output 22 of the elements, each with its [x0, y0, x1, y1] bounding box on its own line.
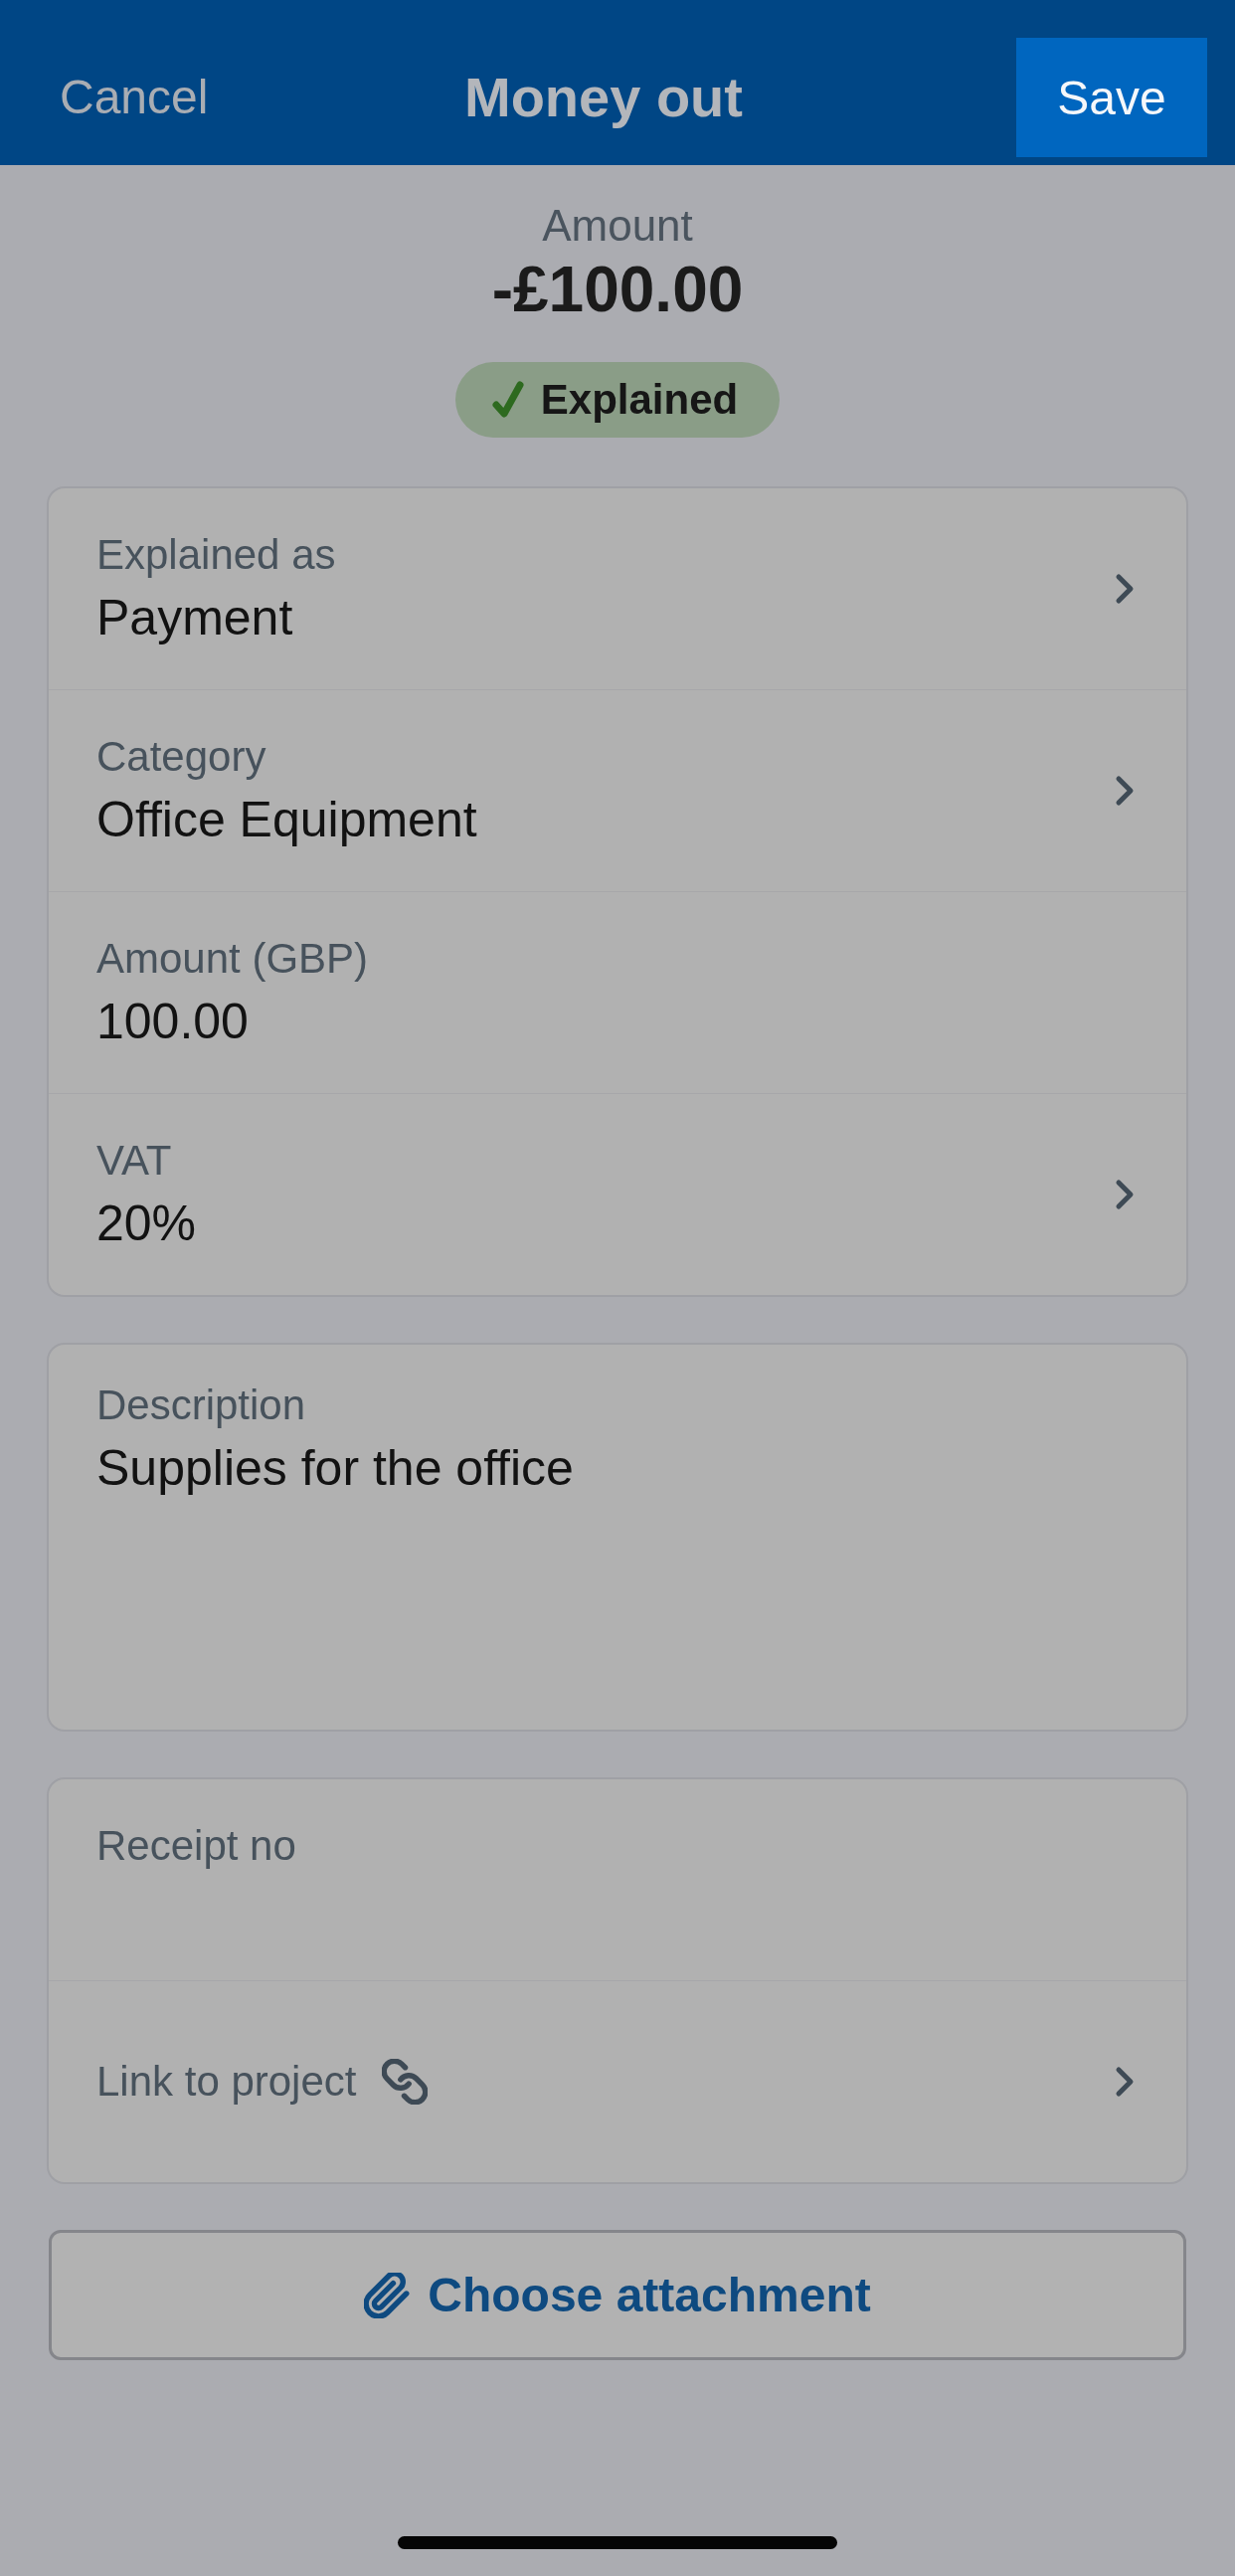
row-label[interactable]: Link to project	[96, 2057, 357, 2107]
amount-label: Amount	[542, 200, 693, 252]
save-button[interactable]: Save	[1016, 38, 1207, 157]
input-field[interactable]: Receipt no	[49, 1779, 1186, 1980]
status-label: Explained	[540, 375, 739, 425]
paperclip-icon	[364, 2272, 411, 2318]
input-field[interactable]: 100.00	[96, 992, 1137, 1051]
description-field[interactable]: Supplies for the office	[96, 1438, 1139, 1690]
field-value: Office Equipment	[96, 791, 477, 849]
link-icon	[382, 2059, 429, 2105]
screen-title: Money out	[464, 65, 743, 130]
field-label: VAT	[96, 1136, 172, 1186]
field-label: Description	[96, 1380, 306, 1430]
field-value: 20%	[96, 1195, 197, 1253]
cancel-button[interactable]: Cancel	[60, 69, 209, 126]
amount-value: -£100.00	[491, 253, 744, 327]
field-label: Explained as	[96, 530, 336, 580]
field-value: Payment	[96, 589, 293, 647]
field-label: Amount (GBP)	[96, 934, 369, 984]
field-label: Category	[96, 732, 266, 782]
check-icon	[490, 380, 525, 420]
choose-attachment-button[interactable]: Choose attachment	[49, 2230, 1186, 2360]
